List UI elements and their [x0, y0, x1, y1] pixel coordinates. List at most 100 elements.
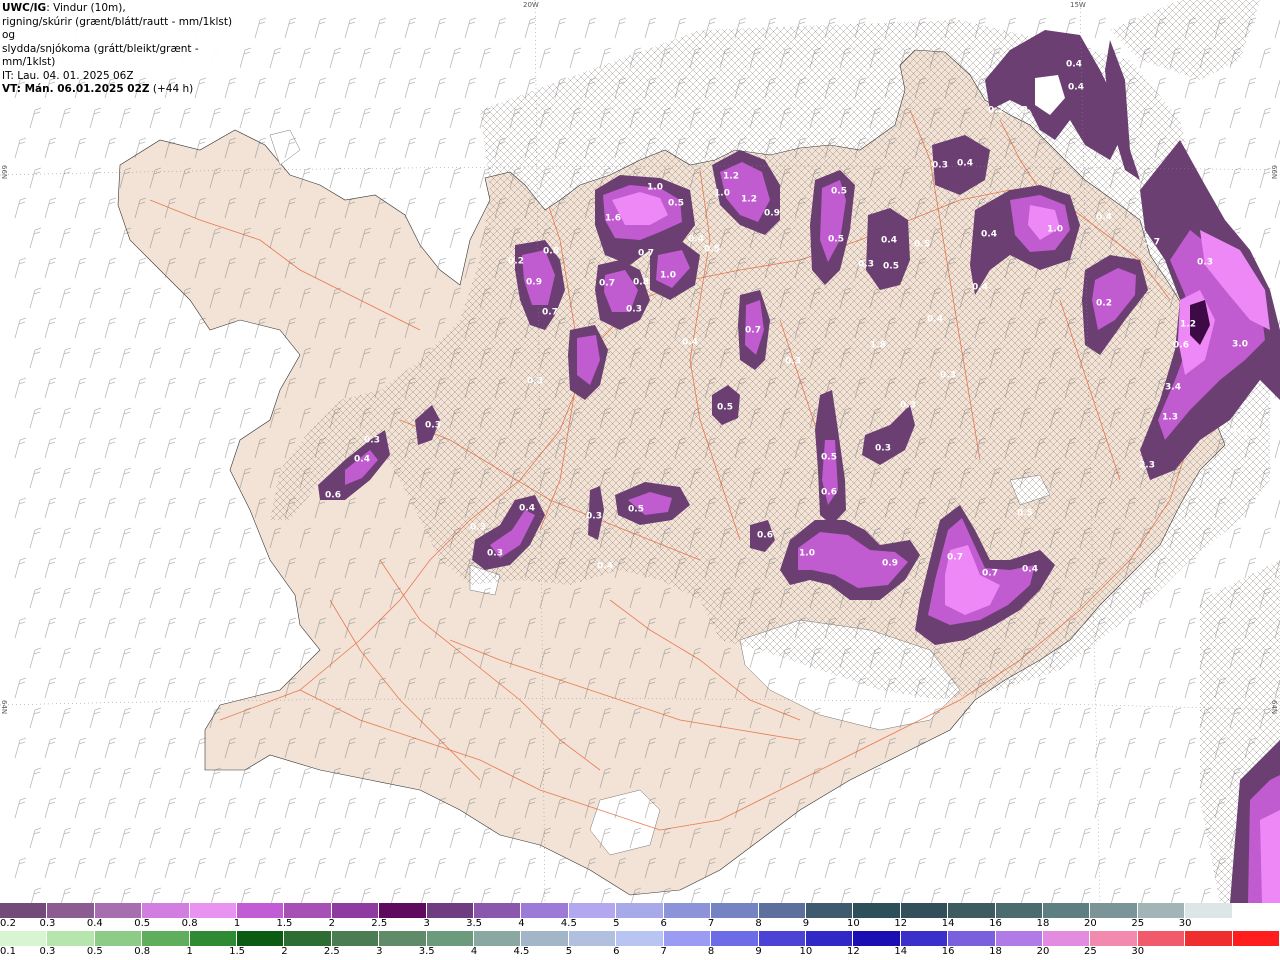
colorbar-swatch [47, 903, 95, 918]
colorbar-tick-label: 0.4 [86, 918, 103, 929]
precip-value-label: 0.5 [717, 403, 733, 413]
precip-value-label: 0.4 [519, 504, 535, 514]
colorbar-swatch [995, 903, 1043, 918]
colorbar-tick-label: 0.8 [134, 946, 151, 957]
precip-value-label: 0.5 [628, 505, 644, 515]
precip-value-label: 0.5 [883, 262, 899, 272]
colorbar-swatch [237, 931, 285, 946]
colorbar-tick-label: 4.5 [560, 918, 577, 929]
precip-value-label: 1.7 [1144, 238, 1160, 248]
precip-value-label: 0.5 [1017, 509, 1033, 519]
precip-value-label: 0.4 [1022, 565, 1038, 575]
lon-label-15w: 15W [1070, 1, 1086, 9]
colorbar-swatch [900, 903, 949, 918]
precip-value-label: 0.3 [626, 305, 642, 315]
colorbar-tick-label: 6 [613, 946, 620, 957]
colorbar-swatch [948, 903, 996, 918]
precip-value-label: 0.4 [688, 235, 704, 245]
precip-value-label: 0.8 [633, 278, 649, 288]
colorbar-tick-label: 6 [660, 918, 667, 929]
colorbar-tick-label: 3 [376, 946, 383, 957]
colorbar-swatch [474, 931, 522, 946]
lat-label-64n-right: 64N [1270, 700, 1278, 715]
rain-colorbar-ticks: 0.1 0.3 0.5 0.8 1 1.5 2 2.5 3 3.5 4 4.5 5 6 7 8 9 10 12 14 1… [0, 946, 1280, 958]
colorbar-swatch [379, 903, 427, 918]
colorbar-swatch [94, 931, 143, 946]
precip-value-label: 0.3 [940, 371, 956, 381]
precip-value-label: 0.4 [927, 315, 943, 325]
colorbar-swatch [711, 931, 759, 946]
precip-value-label: 1.1 [1232, 428, 1248, 438]
colorbar-tick-label: 25 [1131, 918, 1145, 929]
precip-value-label: 0.6 [1173, 341, 1189, 351]
precip-value-label: 0.3 [586, 512, 602, 522]
colorbar-swatch [568, 931, 617, 946]
precip-value-label: 0.3 [527, 377, 543, 387]
colorbar-swatch [900, 931, 949, 946]
rain-colorbar [0, 931, 1280, 946]
colorbar-tick-label: 1.5 [276, 918, 293, 929]
colorbar-tick-label: 30 [1131, 946, 1145, 957]
colorbar-swatch [47, 931, 95, 946]
colorbar-swatch [616, 931, 664, 946]
precip-value-label: 0.5 [828, 235, 844, 245]
snow-colorbar-ticks: 0.2 0.3 0.4 0.5 0.8 1 1.5 2 2.5 3 3.5 4 4.5 5 6 7 8 9 10 12… [0, 918, 1280, 930]
colorbar-swatch [663, 903, 712, 918]
colorbar-tick-label: 0.3 [39, 918, 56, 929]
colorbar-tick-label: 14 [894, 946, 908, 957]
precip-value-label: 1.6 [605, 214, 621, 224]
precip-value-label: 0.2 [1096, 299, 1112, 309]
colorbar-tick-label: 7 [660, 946, 667, 957]
colorbar-tick-label: 20 [1036, 946, 1050, 957]
colorbar-swatch [331, 931, 380, 946]
colorbar-tick-label: 0.1 [0, 946, 16, 957]
precip-value-label: 1.0 [799, 549, 815, 559]
precip-value-label: 0.3 [487, 549, 503, 559]
colorbar-swatch [663, 931, 712, 946]
colorbar-tick-label: 9 [802, 918, 810, 929]
colorbar-tick-label: 25 [1083, 946, 1097, 957]
colorbar-swatch [0, 903, 48, 918]
colorbar-swatch [616, 903, 664, 918]
colorbar-swatch [758, 931, 806, 946]
colorbar-tick-label: 2.5 [323, 946, 340, 957]
precip-value-label: 0.4 [981, 230, 997, 240]
colorbar-tick-label: 4 [518, 918, 525, 929]
title-snow-description: slydda/snjókoma (grátt/bleikt/grænt - mm… [2, 42, 199, 69]
precip-value-label: 0.7 [982, 569, 998, 579]
precip-value-label: 0.4 [972, 283, 988, 293]
colorbar-swatch [284, 903, 332, 918]
colorbar-swatch [1042, 931, 1091, 946]
colorbar-swatch [142, 931, 190, 946]
colorbar-swatch [1137, 903, 1186, 918]
colorbar-tick-label: 1.5 [229, 946, 245, 957]
precip-value-label: 0.2 [508, 257, 524, 267]
colorbar-tick-label: 14 [941, 918, 955, 929]
colorbar-tick-label: 0.8 [181, 918, 198, 929]
precip-value-label: 0.5 [831, 187, 847, 197]
colorbar-swatch [142, 903, 190, 918]
colorbar-swatch [237, 903, 285, 918]
snow-colorbar [0, 903, 1280, 918]
colorbar-swatch [474, 903, 522, 918]
colorbar-tick-label: 18 [989, 946, 1002, 957]
colorbar-tick-label: 10 [799, 946, 813, 957]
colorbar-swatch [1042, 903, 1091, 918]
title-variable: : Vindur (10m), [46, 2, 126, 14]
lon-label-20w: 20W [523, 1, 539, 9]
colorbar-swatch [1185, 903, 1233, 918]
precip-value-label: 0.4 [354, 455, 370, 465]
model-name: UWC/IG [2, 2, 47, 14]
colorbar-swatch [948, 931, 996, 946]
colorbar-tick-label: 8 [755, 918, 762, 929]
colorbar-swatch [189, 903, 238, 918]
precip-value-label: 1.2 [741, 195, 757, 205]
colorbar-tick-label: 12 [894, 918, 908, 929]
weather-map: 1.00.51.60.70.40.50.80.20.9 0.70.70.80.31… [0, 0, 1280, 903]
colorbar-tick-label: 18 [1036, 918, 1050, 929]
precip-value-label: 0.3 [858, 260, 874, 270]
colorbar-swatch [1185, 931, 1233, 946]
colorbar-tick-label: 0.2 [0, 918, 16, 929]
colorbar-swatch [284, 931, 332, 946]
colorbar-swatch [426, 903, 475, 918]
